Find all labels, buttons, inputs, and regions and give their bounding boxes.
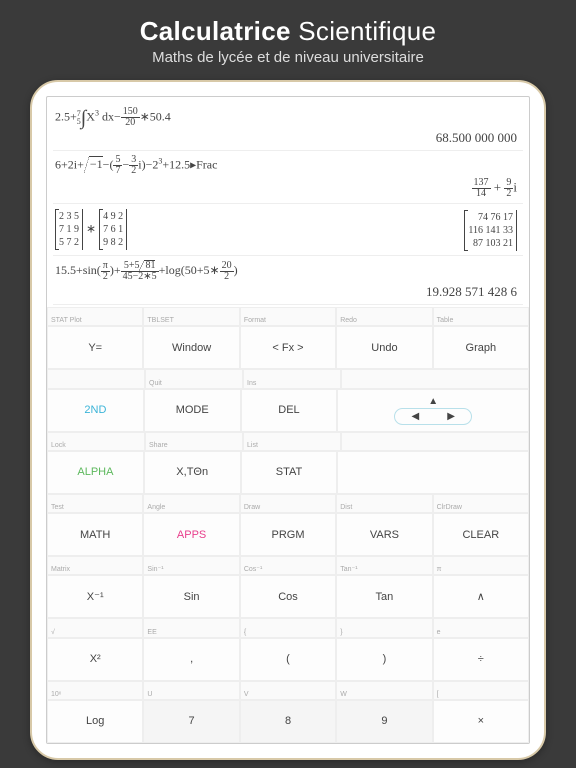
- history-row: 6+2i+−1−(57−32i)−23+12.5▸Frac 13714 + 92…: [53, 151, 523, 204]
- key-alt-label: Format: [240, 307, 336, 326]
- key-alt-label: Tan⁻¹: [336, 556, 432, 575]
- key-cos[interactable]: Cos: [240, 575, 336, 618]
- result-value: 68.500 000 000: [55, 128, 521, 146]
- key-9[interactable]: 9: [336, 700, 432, 743]
- history-row: 2.5+75∫X3 dx−15020∗50.4 68.500 000 000: [53, 103, 523, 151]
- key-alt-label: W: [336, 681, 432, 700]
- key-x-squared[interactable]: X²: [47, 638, 143, 681]
- key-var[interactable]: X,TΘn: [144, 451, 241, 494]
- page-title: Calculatrice Scientifique: [0, 16, 576, 47]
- result-value: 13714 + 92i: [55, 176, 521, 199]
- key-apps[interactable]: APPS: [143, 513, 239, 556]
- calculator-screen: 2.5+75∫X3 dx−15020∗50.4 68.500 000 000 6…: [46, 96, 530, 744]
- key-vars[interactable]: VARS: [336, 513, 432, 556]
- result-value: 74 76 17116 141 3387 103 21: [460, 208, 521, 251]
- key-graph[interactable]: Graph: [433, 326, 529, 369]
- key-alt-label: Ins: [243, 369, 341, 388]
- key-rparen[interactable]: ): [336, 638, 432, 681]
- tablet-frame: 2.5+75∫X3 dx−15020∗50.4 68.500 000 000 6…: [30, 80, 546, 760]
- key-multiply[interactable]: ×: [433, 700, 529, 743]
- key-prgm[interactable]: PRGM: [240, 513, 336, 556]
- key-alt-label: π: [433, 556, 529, 575]
- key-alt-label: Dist: [336, 494, 432, 513]
- key-sin[interactable]: Sin: [143, 575, 239, 618]
- dpad-lower[interactable]: [337, 451, 529, 494]
- key-alt-label: V: [240, 681, 336, 700]
- key-alt-label: e: [433, 618, 529, 637]
- dpad-left-icon[interactable]: ◀: [411, 411, 419, 422]
- key-fx[interactable]: < Fx >: [240, 326, 336, 369]
- key-alt-label: Quit: [145, 369, 243, 388]
- key-alt-label: List: [243, 432, 341, 451]
- key-alt-label: Matrix: [47, 556, 143, 575]
- dpad-right-icon[interactable]: ▶: [447, 411, 455, 422]
- key-undo[interactable]: Undo: [336, 326, 432, 369]
- history-row: 2 3 57 1 95 7 2 ∗ 4 9 27 6 19 8 2 74 76 …: [53, 204, 523, 256]
- page-subtitle: Maths de lycée et de niveau universitair…: [0, 49, 576, 66]
- key-alt-label: Sin⁻¹: [143, 556, 239, 575]
- key-power[interactable]: ∧: [433, 575, 529, 618]
- key-alt-label: Test: [47, 494, 143, 513]
- key-alt-label: Redo: [336, 307, 432, 326]
- key-alt-label: EE: [143, 618, 239, 637]
- key-tan[interactable]: Tan: [336, 575, 432, 618]
- key-lparen[interactable]: (: [240, 638, 336, 681]
- key-stat[interactable]: STAT: [241, 451, 338, 494]
- key-alt-label: ClrDraw: [433, 494, 529, 513]
- key-alt-label: Cos⁻¹: [240, 556, 336, 575]
- key-alt-label: Angle: [143, 494, 239, 513]
- key-y-equals[interactable]: Y=: [47, 326, 143, 369]
- key-divide[interactable]: ÷: [433, 638, 529, 681]
- key-2nd[interactable]: 2ND: [47, 389, 144, 432]
- key-alt-label: 10ˣ: [47, 681, 143, 700]
- key-window[interactable]: Window: [143, 326, 239, 369]
- dpad[interactable]: ▲ ◀ ▶: [337, 389, 529, 432]
- key-math[interactable]: MATH: [47, 513, 143, 556]
- key-x-inverse[interactable]: X⁻¹: [47, 575, 143, 618]
- key-alt-label: [341, 432, 529, 451]
- display-area: 2.5+75∫X3 dx−15020∗50.4 68.500 000 000 6…: [47, 97, 529, 307]
- key-mode[interactable]: MODE: [144, 389, 241, 432]
- key-log[interactable]: Log: [47, 700, 143, 743]
- key-alt-label: [47, 369, 145, 388]
- key-clear[interactable]: CLEAR: [433, 513, 529, 556]
- key-alpha[interactable]: ALPHA: [47, 451, 144, 494]
- key-del[interactable]: DEL: [241, 389, 338, 432]
- key-alt-label: Table: [433, 307, 529, 326]
- key-alt-label: STAT Plot: [47, 307, 143, 326]
- result-value: 19.928 571 428 6: [55, 282, 521, 300]
- key-alt-label: Share: [145, 432, 243, 451]
- dpad-up-icon[interactable]: ▲: [428, 396, 438, 407]
- key-comma[interactable]: ,: [143, 638, 239, 681]
- key-alt-label: Lock: [47, 432, 145, 451]
- keypad: STAT PlotTBLSETFormatRedoTable Y=Window<…: [47, 307, 529, 743]
- key-alt-label: √: [47, 618, 143, 637]
- key-7[interactable]: 7: [143, 700, 239, 743]
- key-alt-label: {: [240, 618, 336, 637]
- key-alt-label: TBLSET: [143, 307, 239, 326]
- key-alt-label: [341, 369, 529, 388]
- key-alt-label: U: [143, 681, 239, 700]
- key-alt-label: }: [336, 618, 432, 637]
- key-8[interactable]: 8: [240, 700, 336, 743]
- key-alt-label: [: [433, 681, 529, 700]
- history-row: 15.5+sin(π2)+5+58145−2∗5+log(50+5∗202) 1…: [53, 256, 523, 305]
- key-alt-label: Draw: [240, 494, 336, 513]
